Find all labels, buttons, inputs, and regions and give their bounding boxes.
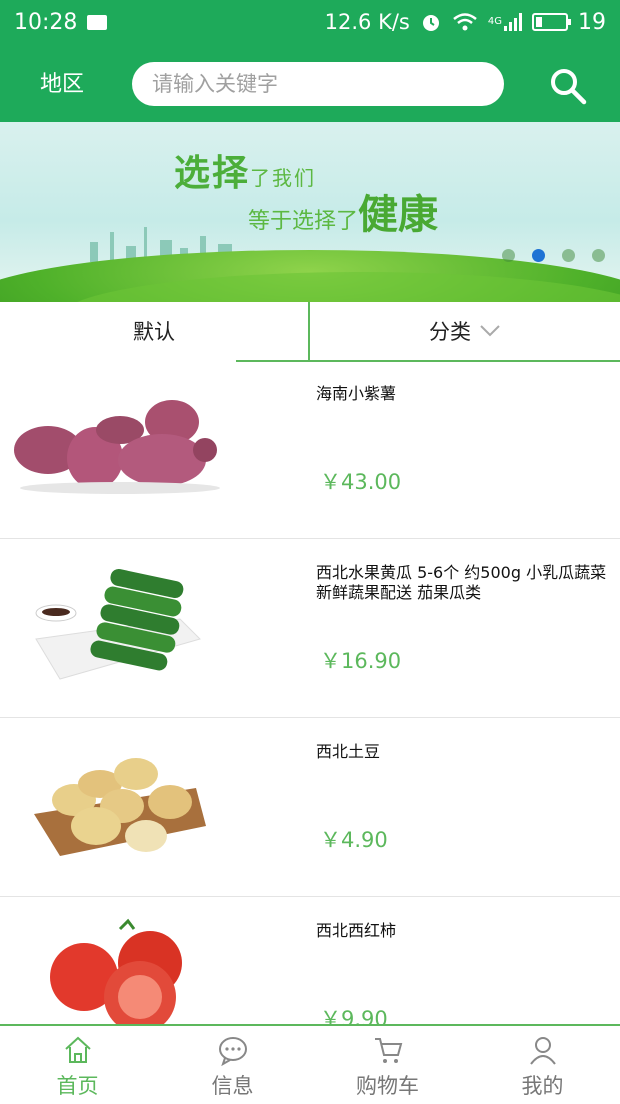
product-name[interactable]: 西北西红柿 <box>316 921 616 941</box>
tab-messages[interactable]: 信息 <box>155 1026 310 1104</box>
cucumber-image <box>0 539 236 715</box>
tab-label: 我的 <box>521 1074 564 1098</box>
app-header: 地区 <box>0 44 620 122</box>
product-info: 西北西红柿 ￥9.90 <box>236 897 620 1024</box>
tomato-image <box>0 897 236 1024</box>
product-row[interactable]: 西北土豆 ￥4.90 <box>0 718 620 897</box>
battery-level: 19 <box>578 9 606 35</box>
sort-default-button[interactable]: 默认 <box>0 302 310 360</box>
product-price: ￥43.00 <box>320 470 402 494</box>
tab-label: 购物车 <box>356 1074 419 1098</box>
user-icon <box>529 1037 556 1065</box>
potato-image <box>0 718 236 894</box>
sort-bar: 默认 分类 <box>0 302 620 362</box>
category-filter-button[interactable]: 分类 <box>310 302 620 360</box>
search-box[interactable] <box>132 62 504 106</box>
carousel-dot-active[interactable] <box>532 249 545 262</box>
search-input[interactable] <box>150 71 504 97</box>
promo-banner[interactable]: 选择了我们 等于选择了健康 <box>0 122 620 302</box>
product-info: 西北土豆 ￥4.90 <box>236 718 620 896</box>
cart-icon <box>374 1038 402 1063</box>
network-type: 4G <box>487 15 502 27</box>
carousel-dot[interactable] <box>562 249 575 262</box>
battery-icon <box>532 13 571 31</box>
product-price: ￥9.90 <box>320 1007 388 1024</box>
product-name[interactable]: 西北水果黄瓜 5-6个 约500g 小乳瓜蔬菜新鲜蔬果配送 茄果瓜类 <box>316 563 616 603</box>
tab-label: 首页 <box>56 1074 99 1098</box>
carousel-indicator <box>502 249 605 262</box>
product-list[interactable]: 海南小紫薯 ￥43.00 西北水果黄瓜 5-6个 约500g 小乳瓜蔬菜新鲜蔬果… <box>0 360 620 1024</box>
signal-icon <box>504 13 522 31</box>
chevron-down-icon <box>480 325 500 337</box>
product-row[interactable]: 西北西红柿 ￥9.90 <box>0 897 620 1024</box>
tab-cart[interactable]: 购物车 <box>310 1026 465 1104</box>
sd-card-icon <box>87 14 108 30</box>
carousel-dot[interactable] <box>592 249 605 262</box>
bottom-tab-bar: 首页 信息 购物车 我的 <box>0 1024 620 1104</box>
search-icon[interactable] <box>548 66 588 106</box>
category-label: 分类 <box>429 320 471 344</box>
product-info: 西北水果黄瓜 5-6个 约500g 小乳瓜蔬菜新鲜蔬果配送 茄果瓜类 ￥16.9… <box>236 539 620 717</box>
alarm-icon <box>422 15 439 31</box>
product-price: ￥16.90 <box>320 649 402 673</box>
network-speed: 12.6 K/s <box>324 10 410 34</box>
wifi-icon <box>453 13 477 31</box>
status-bar: 10:28 12.6 K/s 4G 19 <box>0 0 620 44</box>
slogan-small-text-2: 等于选择了 <box>248 209 359 234</box>
purple-sweet-potato-image <box>0 360 236 536</box>
carousel-dot[interactable] <box>502 249 515 262</box>
product-row[interactable]: 西北水果黄瓜 5-6个 约500g 小乳瓜蔬菜新鲜蔬果配送 茄果瓜类 ￥16.9… <box>0 539 620 718</box>
banner-slogan-line2: 等于选择了健康 <box>248 182 438 240</box>
product-info: 海南小紫薯 ￥43.00 <box>236 360 620 538</box>
sort-default-label: 默认 <box>133 320 175 344</box>
product-name[interactable]: 海南小紫薯 <box>316 384 616 404</box>
product-row[interactable]: 海南小紫薯 ￥43.00 <box>0 360 620 539</box>
tab-profile[interactable]: 我的 <box>465 1026 620 1104</box>
message-icon <box>218 1037 247 1066</box>
tab-label: 信息 <box>211 1074 254 1098</box>
product-name[interactable]: 西北土豆 <box>316 742 616 762</box>
tab-home[interactable]: 首页 <box>0 1026 155 1104</box>
home-icon <box>64 1036 91 1063</box>
slogan-big-text-1: 选择 <box>174 153 251 194</box>
region-selector[interactable]: 地区 <box>40 66 84 98</box>
status-time: 10:28 <box>14 9 78 35</box>
slogan-big-text-2: 健康 <box>358 192 439 238</box>
product-price: ￥4.90 <box>320 828 388 852</box>
